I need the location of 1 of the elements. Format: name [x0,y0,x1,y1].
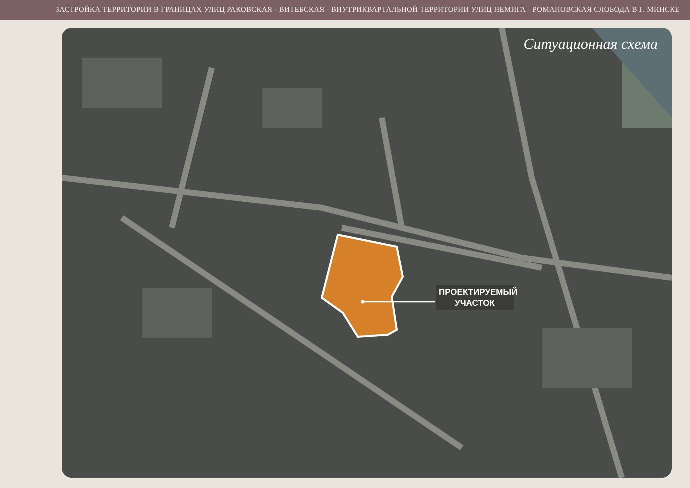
map-title: Ситуационная схема [524,36,658,55]
